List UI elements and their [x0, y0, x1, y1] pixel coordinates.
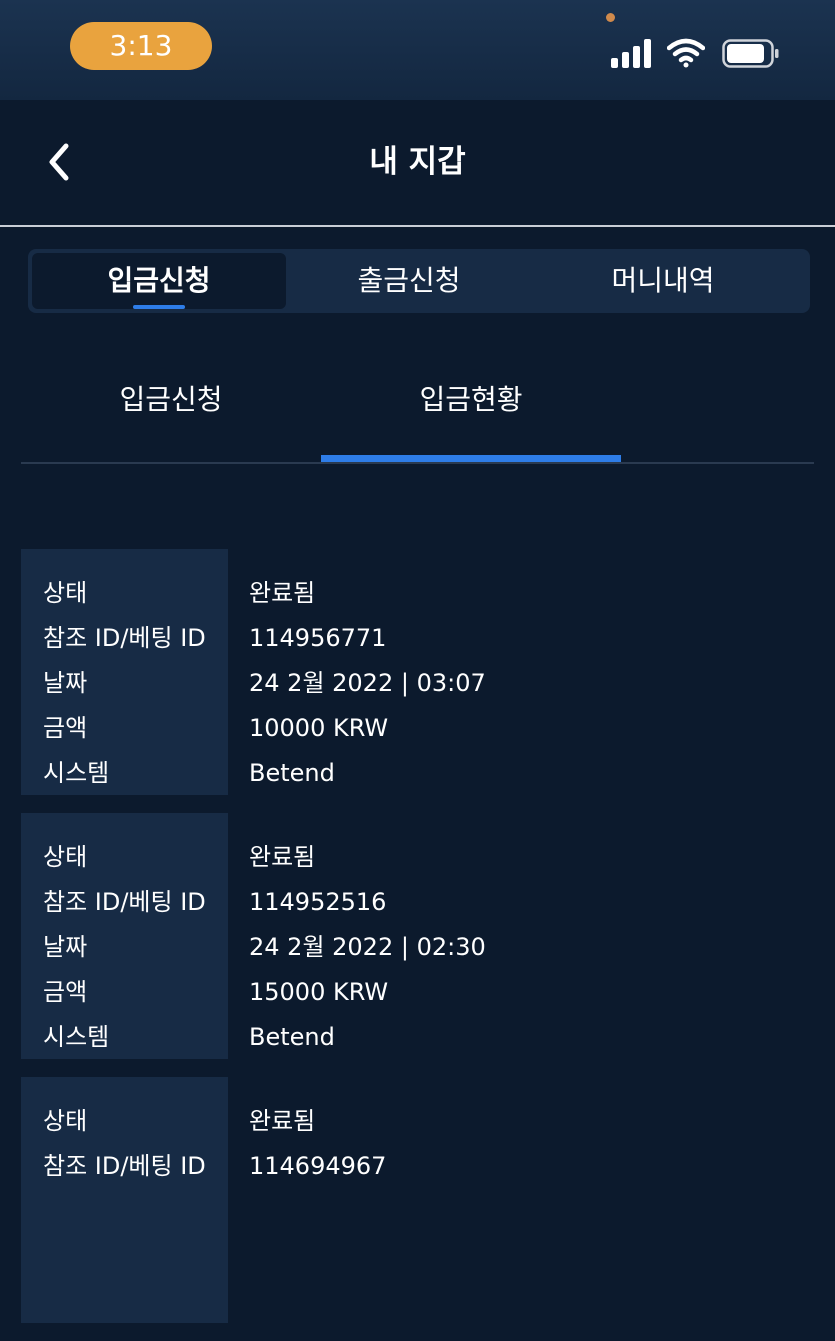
record-row-reference-id: 참조 ID/베팅 ID 114694967: [21, 1144, 814, 1189]
row-value: 114694967: [249, 1152, 387, 1180]
row-value: 24 2월 2022 | 02:30: [249, 933, 486, 961]
row-label: 날짜: [43, 933, 88, 961]
record-row-reference-id: 참조 ID/베팅 ID 114956771: [21, 616, 814, 661]
row-value: Betend: [249, 1023, 335, 1051]
wifi-icon: [666, 38, 706, 72]
subtab-deposit-status[interactable]: 입금현황: [321, 360, 621, 462]
record-row-reference-id: 참조 ID/베팅 ID 114952516: [21, 880, 814, 925]
cellular-signal-icon: [611, 38, 653, 68]
record-row-status: 상태 완료됨: [21, 835, 814, 880]
row-label: 상태: [43, 579, 88, 607]
row-value: 114956771: [249, 624, 387, 652]
active-subtab-indicator: [321, 455, 621, 462]
wallet-tabs: 입금신청 출금신청 머니내역: [28, 249, 810, 313]
record-row-date: 날짜 24 2월 2022 | 02:30: [21, 925, 814, 970]
battery-icon: [722, 39, 780, 73]
tab-deposit-request[interactable]: 입금신청: [32, 253, 286, 309]
tab-label: 머니내역: [611, 264, 715, 297]
subtab-deposit-request[interactable]: 입금신청: [21, 360, 321, 440]
status-time: 3:13: [70, 22, 212, 70]
record-row-date: 날짜 24 2월 2022 | 03:07: [21, 661, 814, 706]
tab-money-history[interactable]: 머니내역: [536, 253, 790, 309]
row-label: 시스템: [43, 1023, 110, 1051]
tab-label: 출금신청: [357, 264, 461, 297]
privacy-indicator-dot: [606, 13, 615, 22]
chevron-left-icon: [49, 143, 69, 181]
row-value: 15000 KRW: [249, 978, 389, 1006]
row-value: 완료됨: [249, 579, 316, 607]
record-row-amount: 금액 15000 KRW: [21, 970, 814, 1015]
record-row-amount: 금액 10000 KRW: [21, 706, 814, 751]
row-value: 24 2월 2022 | 03:07: [249, 669, 486, 697]
active-tab-indicator: [133, 305, 185, 309]
row-label: 상태: [43, 1107, 88, 1135]
app-header: 내 지갑: [0, 100, 835, 227]
row-value: Betend: [249, 759, 335, 787]
record-row-status: 상태 완료됨: [21, 1099, 814, 1144]
row-label: 금액: [43, 714, 88, 742]
back-button[interactable]: [40, 142, 80, 182]
deposit-record: 상태 완료됨 참조 ID/베팅 ID 114694967: [21, 1077, 814, 1323]
status-bar: 3:13: [0, 0, 835, 100]
row-label: 참조 ID/베팅 ID: [43, 624, 206, 652]
row-value: 완료됨: [249, 843, 316, 871]
tab-withdraw-request[interactable]: 출금신청: [282, 253, 536, 309]
subtab-label: 입금현황: [419, 383, 523, 416]
deposit-record: 상태 완료됨 참조 ID/베팅 ID 114956771 날짜 24 2월 20…: [21, 549, 814, 795]
row-value: 114952516: [249, 888, 387, 916]
record-row-status: 상태 완료됨: [21, 571, 814, 616]
page-title: 내 지갑: [369, 144, 466, 180]
row-value: 완료됨: [249, 1107, 316, 1135]
row-label: 참조 ID/베팅 ID: [43, 1152, 206, 1180]
tab-label: 입금신청: [107, 264, 211, 297]
deposit-record-list: 상태 완료됨 참조 ID/베팅 ID 114956771 날짜 24 2월 20…: [21, 549, 814, 1341]
row-label: 시스템: [43, 759, 110, 787]
subtab-label: 입금신청: [119, 383, 223, 416]
deposit-record: 상태 완료됨 참조 ID/베팅 ID 114952516 날짜 24 2월 20…: [21, 813, 814, 1059]
row-label: 금액: [43, 978, 88, 1006]
record-row-system: 시스템 Betend: [21, 751, 814, 796]
row-label: 날짜: [43, 669, 88, 697]
deposit-sub-tabs: 입금신청 입금현황: [21, 360, 814, 464]
row-value: 10000 KRW: [249, 714, 389, 742]
record-row-system: 시스템 Betend: [21, 1015, 814, 1060]
row-label: 상태: [43, 843, 88, 871]
row-label: 참조 ID/베팅 ID: [43, 888, 206, 916]
